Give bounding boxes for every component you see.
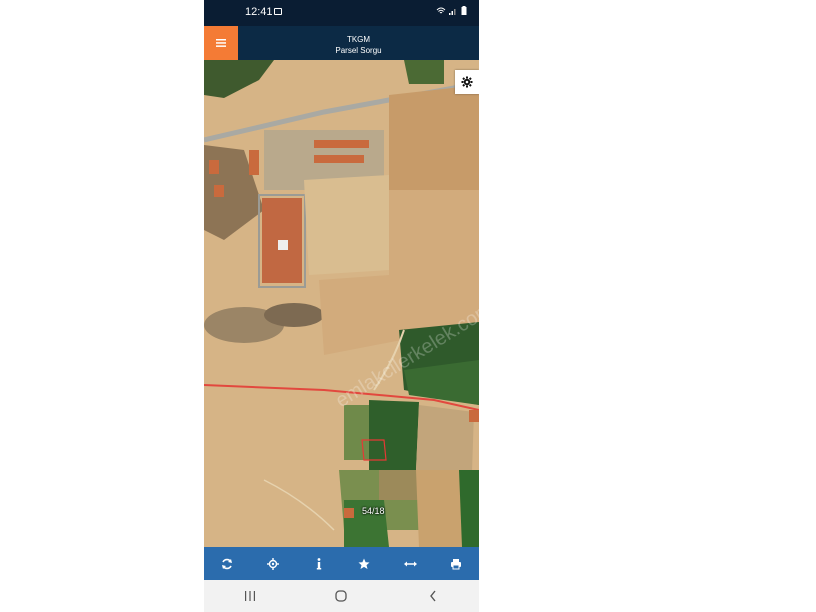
bottom-toolbar [204, 547, 479, 580]
satellite-map[interactable]: emlakcilerkelek.com 54/18 [204, 60, 479, 547]
favorite-button[interactable] [349, 549, 379, 579]
app-header: TKGM Parsel Sorgu [204, 26, 479, 60]
measure-icon [403, 561, 417, 566]
status-bar: 12:41 [204, 0, 479, 26]
star-icon [358, 558, 370, 569]
info-icon [316, 557, 321, 569]
wifi-icon [436, 7, 446, 14]
back-icon [430, 590, 436, 602]
status-time: 12:41 [245, 6, 273, 18]
phone-screen: 12:41 TKGM Parsel Sorgu emlakcilerkelek.… [204, 0, 479, 612]
signal-icon [449, 9, 456, 15]
android-navigation-bar [204, 580, 479, 612]
locate-button[interactable] [258, 549, 288, 579]
hamburger-menu-icon [216, 39, 226, 47]
info-button[interactable] [304, 549, 334, 579]
refresh-icon [221, 558, 232, 569]
parcel-label[interactable]: 54/18 [362, 506, 385, 516]
map-imagery [204, 60, 479, 547]
image-icon [274, 8, 282, 15]
home-button[interactable] [326, 581, 356, 611]
app-subtitle: Parsel Sorgu [335, 46, 382, 55]
refresh-button[interactable] [212, 549, 242, 579]
app-title: TKGM [346, 35, 371, 44]
print-button[interactable] [441, 549, 471, 579]
hamburger-menu-button[interactable] [204, 26, 238, 60]
recent-apps-icon [244, 591, 255, 601]
home-icon [335, 590, 348, 602]
print-icon [451, 558, 462, 569]
back-button[interactable] [418, 581, 448, 611]
gear-icon [461, 76, 473, 88]
measure-button[interactable] [395, 549, 425, 579]
status-indicators [436, 6, 467, 17]
settings-button[interactable] [455, 70, 479, 94]
locate-icon [266, 557, 279, 570]
battery-icon [461, 6, 467, 15]
recent-apps-button[interactable] [235, 581, 265, 611]
